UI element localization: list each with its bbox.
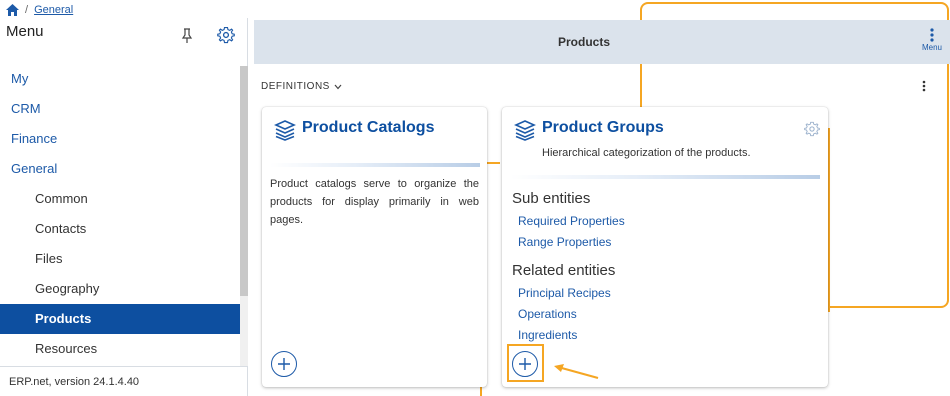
card-gear-icon[interactable]	[804, 121, 820, 137]
product-groups-title[interactable]: Product Groups	[542, 119, 664, 137]
arrow-icon	[554, 364, 599, 380]
principal-recipes-link[interactable]: Principal Recipes	[518, 286, 611, 300]
page-header: Products Menu	[254, 20, 950, 64]
main-content: Products Menu DEFINITIONS Product Catalo…	[254, 2, 950, 396]
menu-title: Menu	[6, 23, 44, 40]
sidebar-item-contacts[interactable]: Contacts	[0, 214, 240, 244]
layers-icon	[514, 120, 536, 141]
breadcrumb: / General	[6, 2, 73, 18]
sidebar-item-common[interactable]: Common	[0, 184, 240, 214]
sidebar-item-finance[interactable]: Finance	[0, 124, 240, 154]
product-catalogs-description: Product catalogs serve to organize the p…	[270, 178, 479, 226]
plus-icon	[278, 358, 290, 370]
sidebar-item-products[interactable]: Products	[0, 304, 240, 334]
sidebar-scrollbar-thumb[interactable]	[240, 66, 248, 296]
sidebar-item-geography[interactable]: Geography	[0, 274, 240, 304]
definitions-label: DEFINITIONS	[261, 81, 330, 92]
add-group-button[interactable]	[512, 351, 538, 377]
ingredients-link[interactable]: Ingredients	[518, 328, 577, 342]
version-text: ERP.net, version 24.1.4.40	[0, 366, 248, 396]
sidebar-item-crm[interactable]: CRM	[0, 94, 240, 124]
sidebar-item-files[interactable]: Files	[0, 244, 240, 274]
breadcrumb-separator: /	[25, 4, 29, 16]
plus-icon	[519, 358, 531, 370]
sidebar-item-resources[interactable]: Resources	[0, 334, 240, 364]
home-icon[interactable]	[6, 4, 19, 16]
sidebar-menu: My CRM Finance General Common Contacts F…	[0, 64, 240, 364]
sidebar-item-my[interactable]: My	[0, 64, 240, 94]
sidebar: Menu My CRM Finance General Common Conta…	[0, 18, 248, 396]
header-menu-label: Menu	[921, 43, 942, 52]
pin-icon[interactable]	[181, 28, 193, 44]
related-entities-heading: Related entities	[512, 262, 616, 279]
sidebar-scrollbar[interactable]	[240, 66, 248, 366]
product-groups-description: Hierarchical categorization of the produ…	[542, 147, 751, 159]
breadcrumb-general-link[interactable]: General	[34, 4, 73, 16]
sidebar-item-general[interactable]: General	[0, 154, 240, 184]
chevron-down-icon	[334, 84, 342, 89]
card-divider	[510, 175, 820, 179]
gear-icon[interactable]	[217, 26, 235, 44]
connector-line	[828, 128, 830, 312]
product-catalogs-title[interactable]: Product Catalogs	[302, 119, 434, 137]
page-title: Products	[557, 35, 610, 49]
layers-icon	[274, 120, 296, 141]
header-menu-button[interactable]: Menu	[920, 28, 944, 60]
add-catalog-button[interactable]	[271, 351, 297, 377]
sub-entities-heading: Sub entities	[512, 190, 591, 207]
required-properties-link[interactable]: Required Properties	[518, 214, 625, 228]
operations-link[interactable]: Operations	[518, 307, 577, 321]
product-groups-card[interactable]: Product Groups Hierarchical categorizati…	[502, 107, 828, 387]
section-kebab-icon[interactable]	[922, 80, 926, 92]
kebab-icon	[930, 28, 934, 42]
card-divider	[270, 163, 480, 167]
definitions-dropdown[interactable]: DEFINITIONS	[261, 81, 342, 92]
range-properties-link[interactable]: Range Properties	[518, 235, 611, 249]
product-catalogs-card[interactable]: Product Catalogs Product catalogs serve …	[262, 107, 487, 387]
